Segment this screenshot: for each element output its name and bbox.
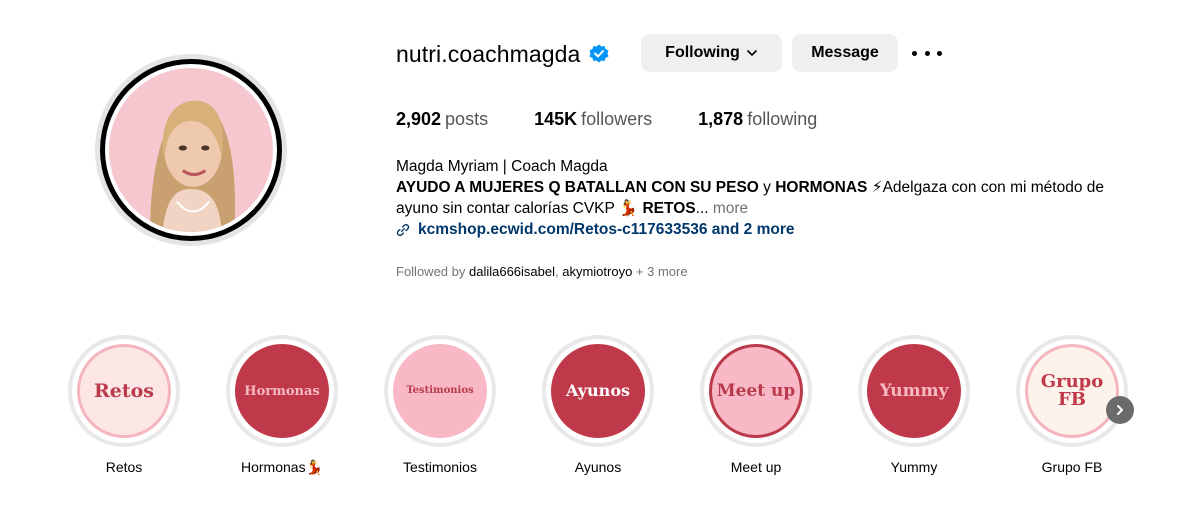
highlight-ring-gap: Grupo FB — [1020, 339, 1124, 443]
highlight-ring-gap: Meet up — [704, 339, 808, 443]
avatar-story-ring — [100, 59, 282, 241]
highlight-ring: Grupo FB — [1016, 335, 1128, 447]
message-button[interactable]: Message — [792, 34, 898, 72]
followed-by[interactable]: Followed by dalila666isabel, akymiotroyo… — [396, 264, 688, 279]
more-options-icon[interactable] — [912, 42, 942, 64]
profile-avatar[interactable] — [95, 54, 287, 246]
highlight-ring: Ayunos — [542, 335, 654, 447]
profile-bio: Magda Myriam | Coach Magda AYUDO A MUJER… — [396, 156, 1156, 240]
avatar-portrait-illustration — [109, 68, 273, 232]
bio-text: ayuno sin contar calorías CVKP — [396, 200, 619, 217]
highlight-label: Ayunos — [574, 459, 622, 475]
highlight-cover: Grupo FB — [1025, 344, 1119, 438]
highlight-cover: Meet up — [709, 344, 803, 438]
bio-text: y — [758, 179, 776, 196]
highlight-label: Hormonas💃 — [240, 459, 323, 475]
message-button-label: Message — [811, 44, 879, 61]
following-stat[interactable]: 1,878 following — [698, 109, 817, 130]
highlight-cover: Retos — [77, 344, 171, 438]
highlight-ring-gap: Ayunos — [546, 339, 650, 443]
highlight-ring: Yummy — [858, 335, 970, 447]
highlight-label: Testimonios — [403, 459, 477, 475]
highlight-ring-gap: Testimonios — [388, 339, 492, 443]
followed-by-user[interactable]: akymiotroyo — [562, 264, 632, 279]
highlight-ring: Testimonios — [384, 335, 496, 447]
followers-stat[interactable]: 145K followers — [534, 109, 652, 130]
following-button[interactable]: Following — [641, 34, 782, 72]
followers-count: 145K — [534, 109, 578, 129]
profile-stats: 2,902 posts 145K followers 1,878 following — [396, 109, 863, 130]
posts-label: posts — [445, 109, 489, 129]
more-dot — [912, 50, 917, 56]
verified-badge-icon — [589, 44, 609, 63]
chevron-right-icon — [1117, 405, 1123, 415]
followed-by-suffix: + 3 more — [632, 264, 688, 279]
highlight-cover: Testimonios — [393, 344, 487, 438]
highlight-ring-gap: Hormonas — [230, 339, 334, 443]
highlight-testimonios[interactable]: Testimonios Testimonios — [384, 335, 496, 475]
bio-more-link[interactable]: more — [713, 200, 748, 217]
profile-header: nutri.coachmagda — [396, 34, 609, 74]
highlight-ring: Meet up — [700, 335, 812, 447]
avatar-image — [105, 64, 277, 236]
bio-bold-text: HORMONAS — [775, 179, 868, 196]
highlight-ring-gap: Retos — [72, 339, 176, 443]
more-dot — [937, 50, 942, 56]
highlights-next-button[interactable] — [1106, 396, 1134, 424]
highlight-label: Yummy — [890, 459, 938, 475]
highlight-ring-gap: Yummy — [862, 339, 966, 443]
highlight-cover: Yummy — [867, 344, 961, 438]
bio-line-2: ayuno sin contar calorías CVKP 💃 RETOS..… — [396, 198, 1156, 219]
more-dot — [924, 50, 930, 56]
chevron-down-icon — [747, 50, 757, 56]
bio-text: Adelgaza con con mi método de — [882, 179, 1105, 196]
highlight-ring: Hormonas — [226, 335, 338, 447]
highlight-label: Meet up — [730, 459, 782, 475]
bio-external-link[interactable]: kcmshop.ecwid.com/Retos-c117633536 and 2… — [396, 219, 1156, 240]
highlight-meet-up[interactable]: Meet up Meet up — [700, 335, 812, 475]
bio-bold-text: AYUDO A MUJERES Q BATALLAN CON SU PESO — [396, 179, 759, 196]
following-count: 1,878 — [698, 109, 744, 129]
bio-ellipsis: ... — [695, 200, 713, 217]
dancer-emoji: 💃 — [618, 200, 639, 217]
highlight-hormonas[interactable]: Hormonas Hormonas💃 — [226, 335, 338, 476]
highlight-label: Grupo FB — [1041, 459, 1103, 475]
followed-by-user[interactable]: dalila666isabel — [469, 264, 555, 279]
followed-by-prefix: Followed by — [396, 264, 469, 279]
story-highlights: Retos Retos Hormonas Hormonas💃 Testimoni… — [68, 335, 1148, 485]
highlight-retos[interactable]: Retos Retos — [68, 335, 180, 475]
highlight-ring: Retos — [68, 335, 180, 447]
posts-stat: 2,902 posts — [396, 109, 488, 130]
highlight-cover: Ayunos — [551, 344, 645, 438]
full-name: Magda Myriam | Coach Magda — [396, 158, 608, 175]
following-label: following — [747, 109, 818, 129]
followers-label: followers — [581, 109, 653, 129]
posts-count: 2,902 — [396, 109, 442, 129]
highlight-yummy[interactable]: Yummy Yummy — [858, 335, 970, 475]
lightning-emoji: ⚡ — [871, 179, 883, 196]
following-button-label: Following — [665, 44, 740, 61]
highlight-cover: Hormonas — [235, 344, 329, 438]
link-icon — [396, 223, 410, 236]
highlight-label: Retos — [105, 459, 143, 475]
bio-line-1: AYUDO A MUJERES Q BATALLAN CON SU PESO y… — [396, 177, 1156, 198]
username: nutri.coachmagda — [396, 40, 581, 67]
bio-link-text: kcmshop.ecwid.com/Retos-c117633536 and 2… — [418, 221, 795, 238]
bio-bold-text: RETOS — [642, 200, 696, 217]
highlight-ayunos[interactable]: Ayunos Ayunos — [542, 335, 654, 475]
